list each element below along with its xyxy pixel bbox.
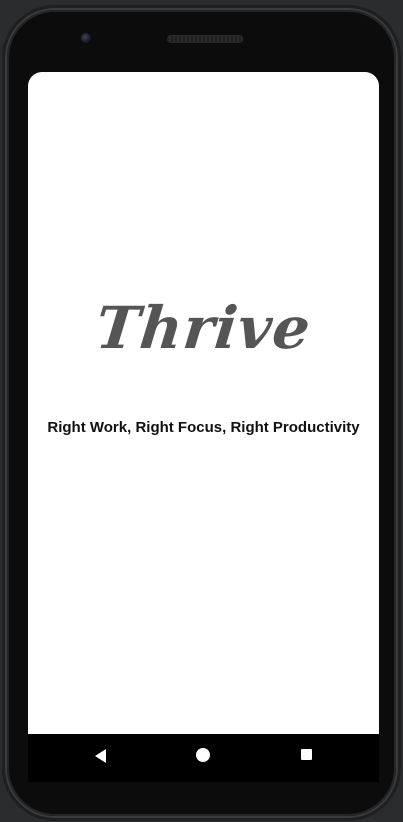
volume-button <box>397 310 400 410</box>
app-tagline: Right Work, Right Focus, Right Productiv… <box>47 419 360 436</box>
splash-screen: Thrive Right Work, Right Focus, Right Pr… <box>28 72 379 734</box>
earpiece-speaker <box>167 35 243 43</box>
back-icon[interactable] <box>95 749 106 763</box>
system-navigation-bar <box>28 734 379 782</box>
phone-device-frame: Thrive Right Work, Right Focus, Right Pr… <box>7 10 396 816</box>
recents-icon[interactable] <box>301 749 312 760</box>
app-logo: Thrive <box>92 294 315 362</box>
power-button <box>397 208 400 256</box>
front-camera <box>81 33 91 43</box>
home-icon[interactable] <box>196 748 210 762</box>
